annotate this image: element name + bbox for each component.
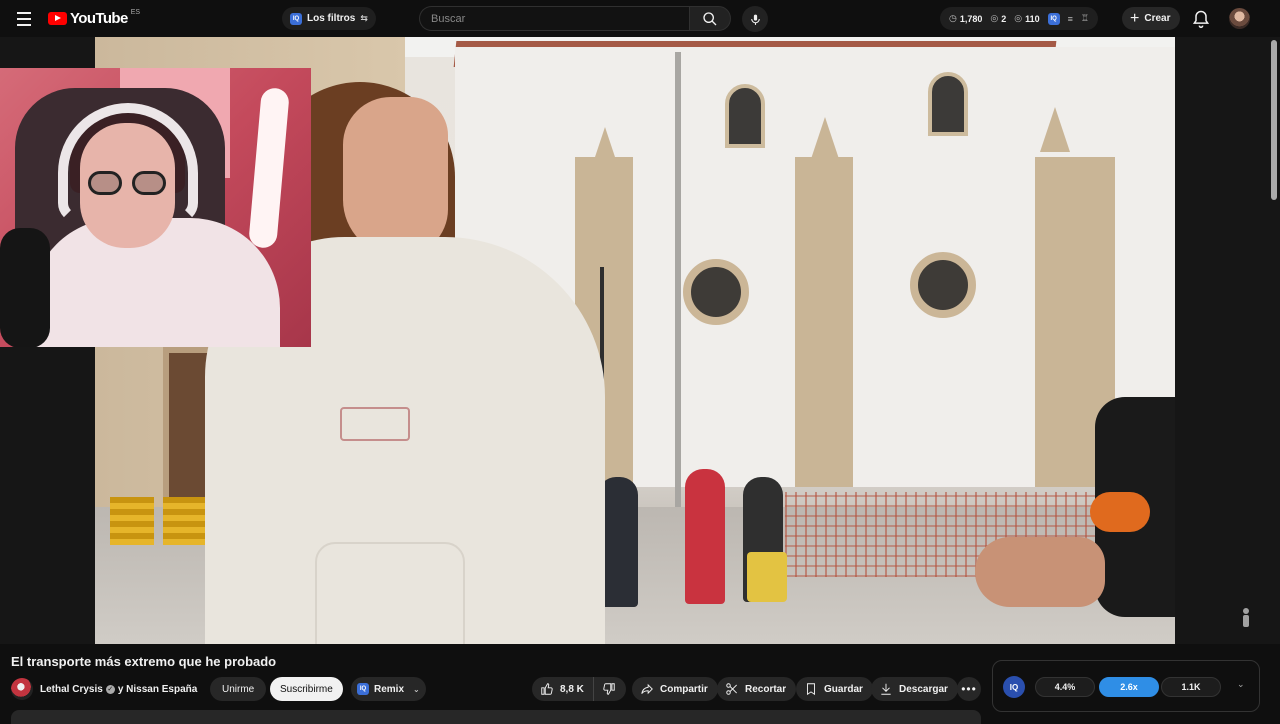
scene-pilaster [795, 157, 853, 487]
miniplayer-figure-icon[interactable] [1240, 607, 1252, 629]
clip-button[interactable]: Recortar [717, 677, 797, 701]
youtube-logo[interactable]: YouTube ES [48, 9, 141, 27]
scene-rosette-window [683, 259, 749, 325]
scene-rosette-window [910, 252, 976, 318]
verified-icon: ✓ [105, 684, 115, 694]
download-button[interactable]: Descargar [871, 677, 958, 701]
subscribe-button[interactable]: Suscribirme [270, 677, 343, 701]
youtube-play-icon [48, 12, 67, 25]
notifications-bell-icon[interactable] [1191, 9, 1211, 29]
search-box [419, 6, 689, 31]
scrollbar-thumb[interactable] [1271, 40, 1277, 200]
search-input[interactable] [431, 12, 689, 25]
chevron-down-icon: ⌄ [413, 684, 420, 694]
thumbs-down-icon [603, 683, 615, 695]
microphone-icon [750, 14, 760, 25]
stat-views-b: ◎ 110 [1014, 13, 1040, 24]
channel-name[interactable]: Lethal Crysis [40, 684, 103, 695]
account-avatar[interactable] [1229, 8, 1250, 29]
iq-stats-panel: IQ 4.4% 2.6x 1.1K ⌄ [992, 660, 1260, 712]
iq-badge-icon: IQ [290, 12, 302, 25]
webcam-light [248, 87, 290, 249]
scene-window [725, 84, 765, 148]
scene-barrier [110, 497, 154, 545]
webcam-microphone [0, 228, 50, 347]
scene-hand [975, 537, 1105, 607]
iq-pill-views-per-hour[interactable]: 1.1K [1161, 677, 1221, 697]
more-dots-icon: ••• [961, 682, 977, 696]
scene-pedestrian [747, 552, 787, 602]
extension-stats-chip[interactable]: ◷ 1,780 ◎ 2 ◎ 110 IQ ≡ ♖ [940, 7, 1098, 30]
scene-hoodie-pocket [315, 542, 465, 644]
collab-name[interactable]: y Nissan España [118, 684, 197, 695]
chevron-down-icon[interactable]: ⌄ [1237, 679, 1245, 690]
scene-hoodie-print [340, 407, 410, 441]
sliders-icon: ⇆ [360, 13, 368, 23]
like-dislike-group: 8,8 K [532, 677, 626, 701]
scene-sleeve [1090, 492, 1150, 532]
masthead: YouTube ES IQ Los filtros ⇆ ◷1,780 ◎2 ◎1… [0, 0, 1280, 37]
download-icon [881, 683, 891, 695]
dislike-button[interactable] [594, 677, 626, 701]
thumbs-up-icon [541, 683, 553, 695]
iq-logo-icon[interactable]: IQ [1003, 676, 1025, 698]
logo-text: YouTube [70, 10, 128, 27]
stat-views-a: ◎ 2 [990, 13, 1007, 24]
filters-chip[interactable]: IQ Los filtros ⇆ [282, 7, 376, 30]
plus-icon: + [1130, 9, 1140, 27]
create-button[interactable]: + Crear [1122, 7, 1181, 30]
eye-icon: ◎ [1014, 13, 1023, 23]
download-label: Descargar [899, 683, 948, 695]
share-icon [641, 683, 653, 695]
scissors-icon [726, 683, 737, 695]
scene-person-face [343, 97, 448, 257]
scene-light-pole [675, 52, 681, 552]
iq-pill-outlier[interactable]: 2.6x [1099, 677, 1159, 697]
menu-icon[interactable] [12, 8, 36, 30]
save-button[interactable]: Guardar [796, 677, 873, 701]
filters-label: Los filtros [307, 13, 356, 24]
stat-watch-time: ◷ 1,780 [949, 13, 983, 24]
voice-search-button[interactable] [742, 6, 768, 32]
iq-pill-engagement[interactable]: 4.4% [1035, 677, 1095, 697]
like-count: 8,8 K [560, 683, 584, 695]
channel-owner: Lethal Crysis ✓ y Nissan España [11, 677, 197, 701]
webcam-overlay [0, 68, 311, 347]
iq-badge-icon: IQ [357, 683, 369, 695]
iq-badge-icon: IQ [1047, 12, 1060, 25]
join-button[interactable]: Unirme [210, 677, 267, 701]
scene-pedestrian [685, 469, 725, 604]
channel-names[interactable]: Lethal Crysis ✓ y Nissan España [40, 684, 197, 695]
list-icon: ≡ [1067, 13, 1073, 24]
logo-region: ES [130, 9, 141, 16]
bookmark-icon [807, 683, 815, 696]
search-button[interactable] [689, 6, 731, 31]
scene-window [928, 72, 968, 136]
video-player[interactable] [0, 37, 1280, 644]
clock-icon: ◷ [949, 13, 957, 23]
create-label: Crear [1144, 13, 1171, 24]
clip-label: Recortar [745, 683, 787, 695]
award-icon: ♖ [1080, 13, 1089, 23]
description-box[interactable] [11, 710, 981, 724]
remix-label: Remix [374, 683, 405, 695]
scene-barrier [163, 497, 207, 545]
eye-icon: ◎ [990, 13, 999, 23]
video-title: El transporte más extremo que he probado [11, 654, 277, 669]
webcam-glasses [88, 171, 170, 197]
share-button[interactable]: Compartir [632, 677, 718, 701]
more-actions-button[interactable]: ••• [957, 677, 981, 701]
channel-avatar[interactable] [11, 678, 33, 700]
remix-button[interactable]: IQ Remix ⌄ [351, 677, 426, 701]
search-icon [703, 11, 717, 25]
like-button[interactable]: 8,8 K [532, 677, 594, 701]
share-label: Compartir [660, 683, 708, 695]
save-label: Guardar [824, 683, 863, 695]
